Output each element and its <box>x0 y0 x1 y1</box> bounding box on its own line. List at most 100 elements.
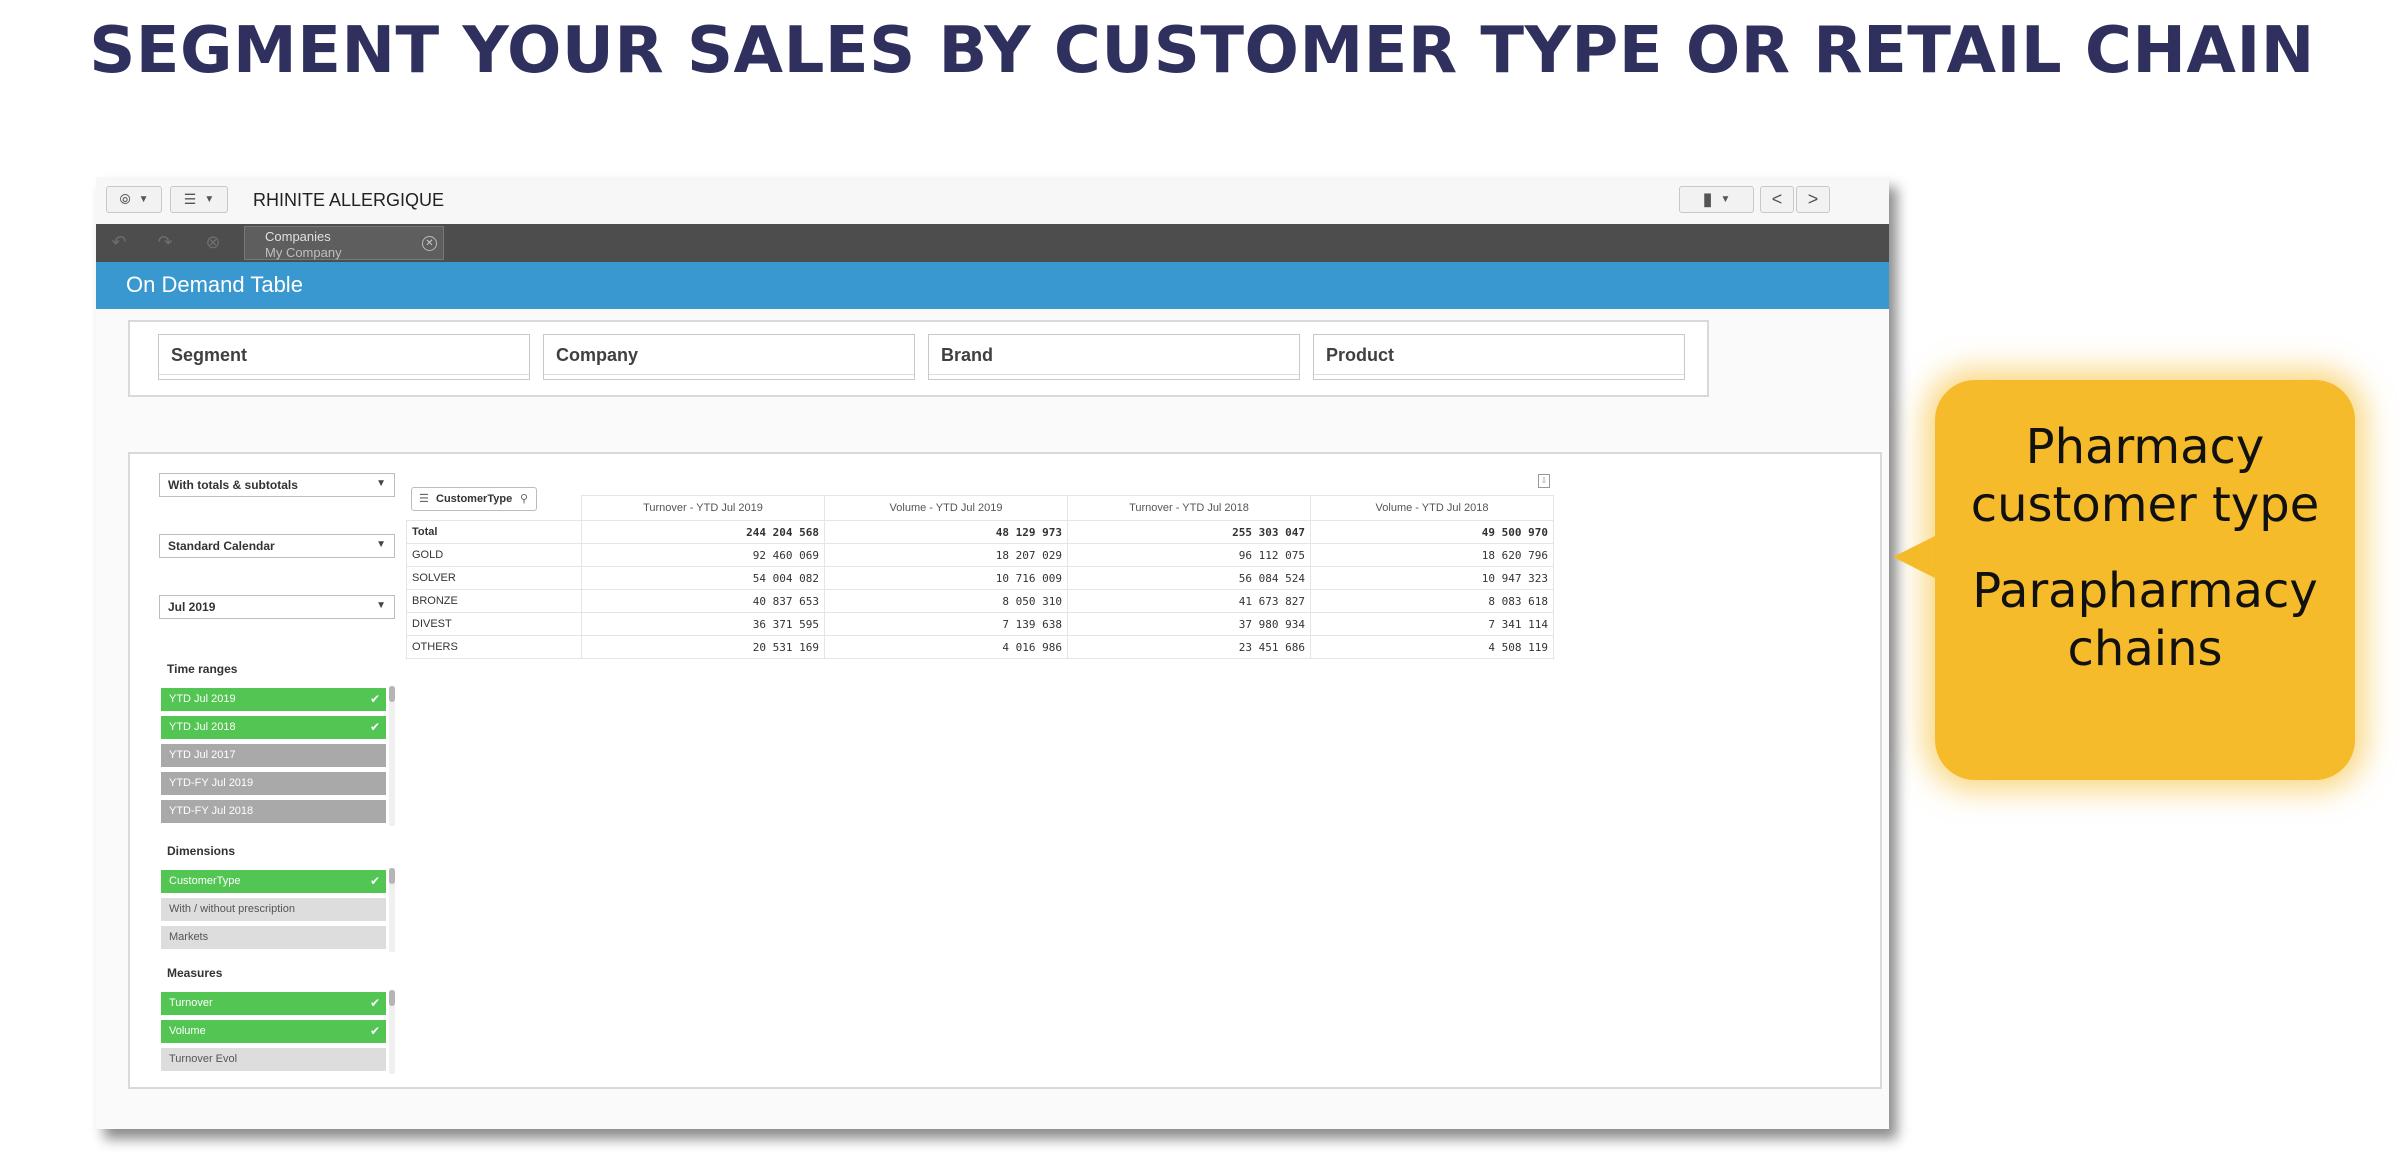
step-back-icon[interactable]: ↶ <box>106 232 132 254</box>
close-icon[interactable]: ✕ <box>422 236 437 251</box>
listbox-item[interactable]: With / without prescription <box>161 898 386 921</box>
bookmark-icon: ▮ <box>1702 189 1713 209</box>
next-sheet-button[interactable]: > <box>1796 186 1830 213</box>
caret-down-icon: ▼ <box>376 600 386 611</box>
totals-dropdown[interactable]: With totals & subtotals ▼ <box>159 473 395 497</box>
step-forward-icon[interactable]: ↷ <box>152 232 178 254</box>
filter-brand[interactable]: Brand <box>928 334 1300 380</box>
filter-label: Brand <box>941 345 994 365</box>
table-row: Total 244 204 568 48 129 973 255 303 047… <box>406 520 1554 544</box>
scrollbar[interactable] <box>389 990 395 1074</box>
scrollbar[interactable] <box>389 686 395 826</box>
cell: 255 303 047 <box>1067 520 1311 544</box>
column-header[interactable]: Turnover - YTD Jul 2018 <box>1067 495 1311 521</box>
row-label[interactable]: SOLVER <box>406 566 582 590</box>
cell: 40 837 653 <box>581 589 825 613</box>
item-label: YTD-FY Jul 2019 <box>169 777 254 789</box>
cell: 18 207 029 <box>824 543 1068 567</box>
listbox-item[interactable]: YTD Jul 2019 ✔ <box>161 688 386 711</box>
selection-value-label: My Company <box>265 245 342 260</box>
dropdown-value: With totals & subtotals <box>168 478 298 492</box>
scrollbar[interactable] <box>389 868 395 952</box>
scrollbar-thumb[interactable] <box>389 990 395 1006</box>
item-label: Markets <box>169 931 209 943</box>
item-label: Turnover Evol <box>169 1053 238 1065</box>
chevron-down-icon: ▼ <box>204 194 215 205</box>
item-label: YTD Jul 2017 <box>169 749 236 761</box>
cell: 8 050 310 <box>824 589 1068 613</box>
callout-line: customer type <box>1970 477 2320 533</box>
selections-bar: ↶ ↷ ⊗ Companies My Company ✕ <box>96 224 1889 262</box>
filter-label: Company <box>556 345 639 365</box>
pivot-table: Turnover - YTD Jul 2019 Volume - YTD Jul… <box>406 495 1554 659</box>
cell: 4 508 119 <box>1310 635 1554 659</box>
navigation-menu-button[interactable]: ⦾ ▼ <box>106 186 162 213</box>
column-header[interactable]: Turnover - YTD Jul 2019 <box>581 495 825 521</box>
listbox-item[interactable]: Turnover ✔ <box>161 992 386 1015</box>
check-icon: ✔ <box>369 996 380 1010</box>
cell: 18 620 796 <box>1310 543 1554 567</box>
cell: 8 083 618 <box>1310 589 1554 613</box>
period-dropdown[interactable]: Jul 2019 ▼ <box>159 595 395 619</box>
cell: 41 673 827 <box>1067 589 1311 613</box>
listbox-item[interactable]: CustomerType ✔ <box>161 870 386 893</box>
table-row: BRONZE 40 837 653 8 050 310 41 673 827 8… <box>406 589 1554 613</box>
listbox-item[interactable]: YTD-FY Jul 2019 <box>161 772 386 795</box>
app-name: RHINITE ALLERGIQUE <box>253 190 445 210</box>
chevron-down-icon: ▼ <box>1720 194 1731 205</box>
top-toolbar: ⦾ ▼ ☰ ▼ RHINITE ALLERGIQUE ▮ ▼ < > <box>96 177 1889 224</box>
listbox-item[interactable]: Volume ✔ <box>161 1020 386 1043</box>
dropdown-value: Standard Calendar <box>168 539 275 553</box>
row-label[interactable]: DIVEST <box>406 612 582 636</box>
cell: 49 500 970 <box>1310 520 1554 544</box>
export-icon[interactable]: ⇩ <box>1538 474 1550 488</box>
calendar-dropdown[interactable]: Standard Calendar ▼ <box>159 534 395 558</box>
check-icon: ✔ <box>369 692 380 706</box>
item-label: YTD Jul 2019 <box>169 693 236 705</box>
column-header[interactable]: Volume - YTD Jul 2018 <box>1310 495 1554 521</box>
dropdown-value: Jul 2019 <box>168 600 216 614</box>
row-label[interactable]: BRONZE <box>406 589 582 613</box>
table-header-row: Turnover - YTD Jul 2019 Volume - YTD Jul… <box>406 495 1554 521</box>
filter-company[interactable]: Company <box>543 334 915 380</box>
cell: 36 371 595 <box>581 612 825 636</box>
cell: 23 451 686 <box>1067 635 1311 659</box>
row-label[interactable]: OTHERS <box>406 635 582 659</box>
qlik-app-window: ⦾ ▼ ☰ ▼ RHINITE ALLERGIQUE ▮ ▼ < > ↶ ↷ ⊗… <box>96 177 1889 1129</box>
sheet-header: On Demand Table <box>96 262 1889 309</box>
caret-down-icon: ▼ <box>376 478 386 489</box>
row-label[interactable]: GOLD <box>406 543 582 567</box>
selection-field-label: Companies <box>265 229 331 244</box>
filter-label: Segment <box>171 345 248 365</box>
listbox-item[interactable]: Markets <box>161 926 386 949</box>
cell: 96 112 075 <box>1067 543 1311 567</box>
previous-sheet-button[interactable]: < <box>1760 186 1794 213</box>
list-icon: ☰ <box>183 191 197 207</box>
callout-line: Parapharmacy <box>1972 563 2318 619</box>
filter-product[interactable]: Product <box>1313 334 1685 380</box>
selection-chip-companies[interactable]: Companies My Company ✕ <box>244 226 444 260</box>
listbox-item[interactable]: YTD-FY Jul 2018 <box>161 800 386 823</box>
cell: 7 139 638 <box>824 612 1068 636</box>
listbox-item[interactable]: YTD Jul 2017 <box>161 744 386 767</box>
table-row: SOLVER 54 004 082 10 716 009 56 084 524 … <box>406 566 1554 590</box>
callout-bubble: Pharmacy customer type Parapharmacy chai… <box>1935 380 2355 780</box>
slide-title: SEGMENT YOUR SALES BY CUSTOMER TYPE OR R… <box>89 14 2315 88</box>
column-header[interactable]: Volume - YTD Jul 2019 <box>824 495 1068 521</box>
scrollbar-thumb[interactable] <box>389 686 395 702</box>
bookmarks-button[interactable]: ▮ ▼ <box>1679 186 1754 213</box>
cell: 48 129 973 <box>824 520 1068 544</box>
global-menu-button[interactable]: ☰ ▼ <box>170 186 228 213</box>
cell: 244 204 568 <box>581 520 825 544</box>
callout-line: Pharmacy <box>2025 419 2265 475</box>
cell: 10 947 323 <box>1310 566 1554 590</box>
filter-segment[interactable]: Segment <box>158 334 530 380</box>
check-icon: ✔ <box>369 720 380 734</box>
cell: 37 980 934 <box>1067 612 1311 636</box>
check-icon: ✔ <box>369 1024 380 1038</box>
listbox-item[interactable]: YTD Jul 2018 ✔ <box>161 716 386 739</box>
cell: 20 531 169 <box>581 635 825 659</box>
listbox-item[interactable]: Turnover Evol <box>161 1048 386 1071</box>
clear-all-icon[interactable]: ⊗ <box>200 232 226 254</box>
scrollbar-thumb[interactable] <box>389 868 395 884</box>
